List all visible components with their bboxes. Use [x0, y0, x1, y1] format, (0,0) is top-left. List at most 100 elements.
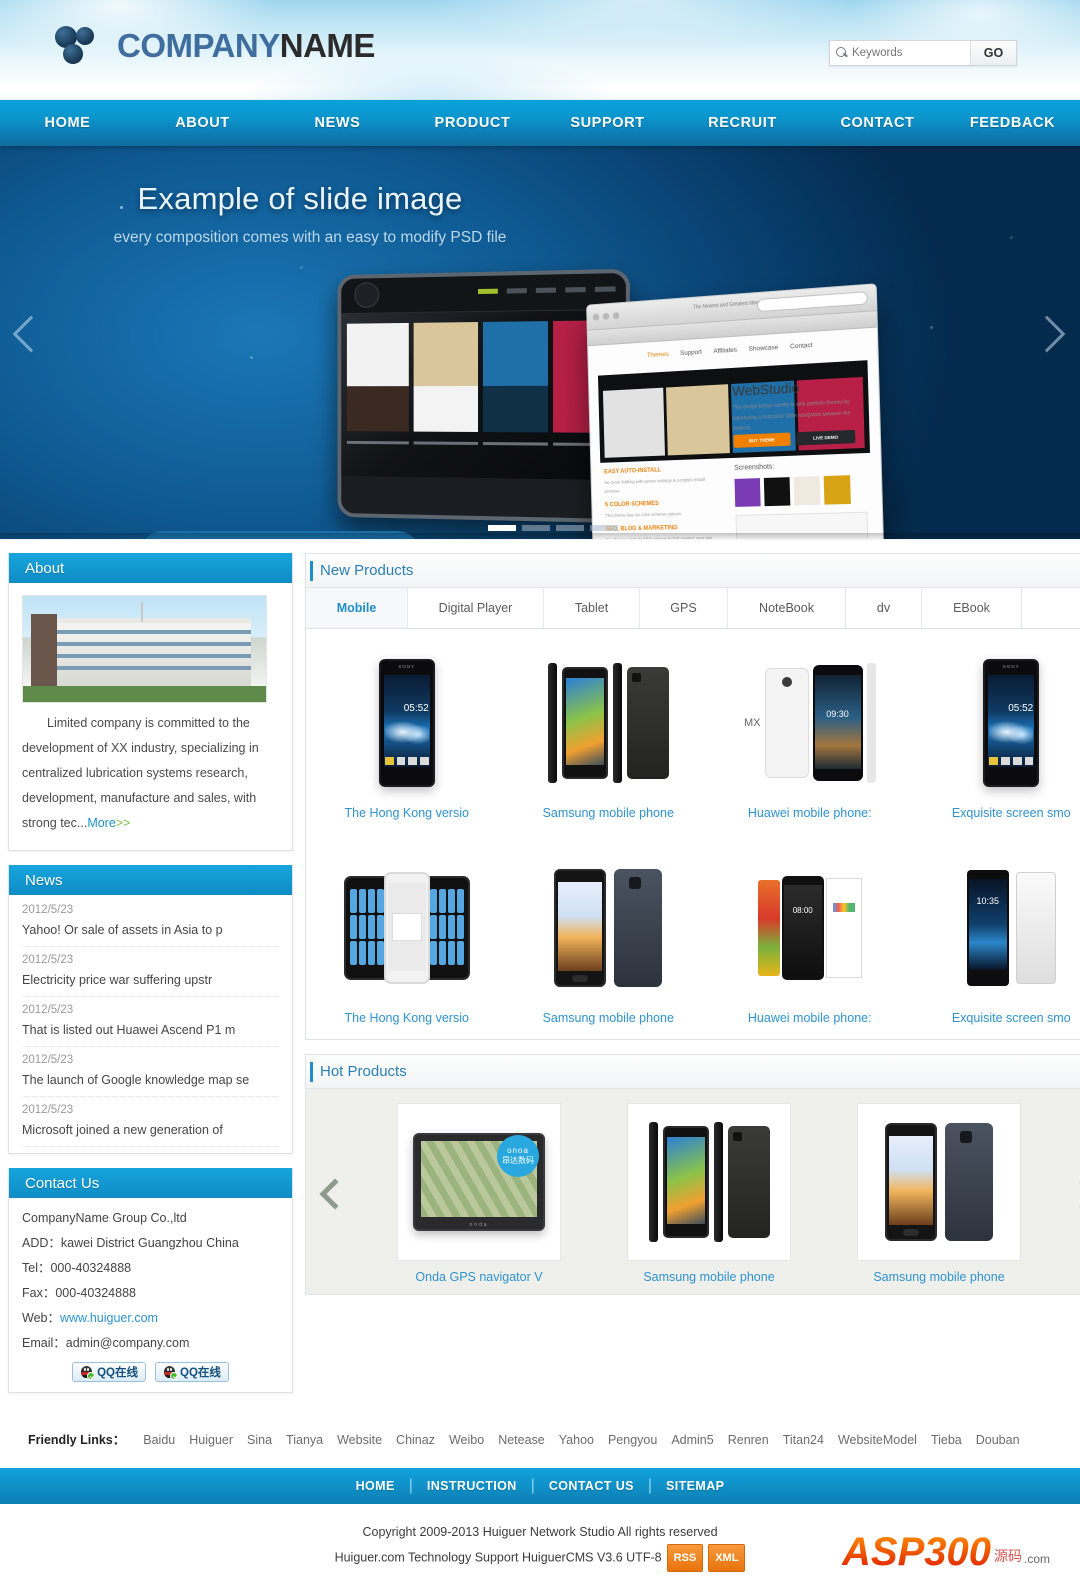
hot-prev-arrow-icon[interactable] [306, 1177, 364, 1210]
logo[interactable]: COMPANYNAME [55, 22, 375, 68]
contact-tel: Tel：000-40324888 [22, 1261, 132, 1275]
product-caption[interactable]: Exquisite screen smo [919, 1011, 1080, 1025]
list-item[interactable]: 2012/5/23 The launch of Google knowledge… [22, 1047, 279, 1097]
hot-product-caption[interactable]: Onda GPS navigator V [364, 1270, 594, 1284]
friendly-link[interactable]: Tieba [931, 1433, 962, 1447]
list-item[interactable]: 2012/5/23 Electricity price war sufferin… [22, 947, 279, 997]
tab-notebook[interactable]: NoteBook [728, 588, 846, 628]
slider-dot-4[interactable] [590, 525, 618, 531]
product-caption[interactable]: The Hong Kong versio [314, 806, 500, 820]
nav-item-recruit[interactable]: RECRUIT [675, 100, 810, 146]
product-card[interactable]: 08:00 Huawei mobile phone: [709, 844, 911, 1035]
friendly-link[interactable]: Yahoo [559, 1433, 594, 1447]
product-caption[interactable]: The Hong Kong versio [314, 1011, 500, 1025]
search-go-button[interactable]: GO [970, 41, 1016, 65]
about-more-link[interactable]: More>> [87, 816, 130, 830]
qq-online-button-1[interactable]: QQ在线 [72, 1362, 146, 1382]
friendly-link[interactable]: Sina [247, 1433, 272, 1447]
slider-next-arrow-icon[interactable] [1028, 301, 1070, 381]
news-title[interactable]: The launch of Google knowledge map se [22, 1070, 279, 1091]
slider-title: Example of slide image [137, 181, 463, 216]
product-card[interactable]: SONY 05:52 The Hong Kong versio [306, 639, 508, 830]
xml-badge[interactable]: XML [708, 1544, 746, 1572]
news-panel: News 2012/5/23 Yahoo! Or sale of assets … [8, 865, 293, 1154]
news-title[interactable]: Microsoft joined a new generation of [22, 1120, 279, 1141]
slider-dot-3[interactable] [556, 525, 584, 531]
tab-mobile[interactable]: Mobile [306, 588, 408, 628]
qq-penguin-icon [163, 1365, 178, 1380]
product-card[interactable]: Samsung mobile phone [508, 844, 710, 1035]
nav-item-feedback[interactable]: FEEDBACK [945, 100, 1080, 146]
product-caption[interactable]: Samsung mobile phone [516, 806, 702, 820]
tab-tablet[interactable]: Tablet [544, 588, 640, 628]
rss-badge[interactable]: RSS [666, 1544, 704, 1572]
qq-online-button-2[interactable]: QQ在线 [155, 1362, 229, 1382]
tab-digital-player[interactable]: Digital Player [408, 588, 544, 628]
nav-item-contact[interactable]: CONTACT [810, 100, 945, 146]
nav-item-support[interactable]: SUPPORT [540, 100, 675, 146]
slider-pagination[interactable] [488, 525, 618, 531]
slider-dot-2[interactable] [522, 525, 550, 531]
product-caption[interactable]: Exquisite screen smo [919, 806, 1080, 820]
product-card[interactable]: The Hong Kong versio [306, 844, 508, 1035]
mock-demo-button: LIVE DEMO [796, 429, 856, 446]
news-title[interactable]: Yahoo! Or sale of assets in Asia to p [22, 920, 279, 941]
product-caption[interactable]: Huawei mobile phone: [717, 1011, 903, 1025]
hot-product-card[interactable]: Samsung mobile phone [824, 1103, 1054, 1284]
tab-dv[interactable]: dv [846, 588, 922, 628]
nav-item-about[interactable]: ABOUT [135, 100, 270, 146]
friendly-link[interactable]: Renren [728, 1433, 769, 1447]
friendly-link[interactable]: Douban [976, 1433, 1020, 1447]
search-box[interactable]: GO [829, 40, 1017, 66]
main-nav: HOME ABOUT NEWS PRODUCT SUPPORT RECRUIT … [0, 100, 1080, 146]
list-item[interactable]: 2012/5/23 Yahoo! Or sale of assets in As… [22, 897, 279, 947]
news-title[interactable]: Electricity price war suffering upstr [22, 970, 279, 991]
tab-gps[interactable]: GPS [640, 588, 728, 628]
friendly-link[interactable]: Admin5 [671, 1433, 713, 1447]
nav-item-news[interactable]: NEWS [270, 100, 405, 146]
nav-item-home[interactable]: HOME [0, 100, 135, 146]
footer-link-contact-us[interactable]: CONTACT US [535, 1479, 648, 1493]
content-column: New Products Mobile Digital Player Table… [305, 553, 1080, 1309]
mock-buy-button: BUY THEME [733, 432, 791, 448]
friendly-link[interactable]: Website [337, 1433, 382, 1447]
product-card[interactable]: 10:35 Exquisite screen smo [911, 844, 1080, 1035]
hot-product-card[interactable]: onda onoa 昂达数码 Onda GPS navigator V [364, 1103, 594, 1284]
hot-next-arrow-icon[interactable] [1054, 1177, 1080, 1210]
mock-paragraph: This design brings novelty to web portfo… [732, 399, 851, 432]
nav-item-product[interactable]: PRODUCT [405, 100, 540, 146]
tab-ebook[interactable]: EBook [922, 588, 1022, 628]
friendly-link[interactable]: Weibo [449, 1433, 484, 1447]
footer-link-sitemap[interactable]: SITEMAP [652, 1479, 738, 1493]
news-date: 2012/5/23 [22, 904, 74, 916]
slider-dot-1[interactable] [488, 525, 516, 531]
news-panel-title: News [9, 865, 292, 895]
product-card[interactable]: MX 09:30 Huawei mobile phone: [709, 639, 911, 830]
friendly-link[interactable]: Baidu [143, 1433, 175, 1447]
friendly-link[interactable]: Chinaz [396, 1433, 435, 1447]
search-field[interactable] [830, 41, 970, 65]
footer-link-home[interactable]: HOME [342, 1479, 409, 1493]
friendly-link[interactable]: Netease [498, 1433, 545, 1447]
product-card[interactable]: Samsung mobile phone [508, 639, 710, 830]
contact-web-link[interactable]: www.huiguer.com [60, 1311, 158, 1325]
product-image [516, 850, 702, 1005]
product-card[interactable]: SONY 05:52 Exquisite screen smo [911, 639, 1080, 830]
footer-link-instruction[interactable]: INSTRUCTION [413, 1479, 531, 1493]
friendly-link[interactable]: WebsiteModel [838, 1433, 917, 1447]
news-title[interactable]: That is listed out Huawei Ascend P1 m [22, 1020, 279, 1041]
product-caption[interactable]: Huawei mobile phone: [717, 806, 903, 820]
search-input[interactable] [852, 47, 970, 59]
hot-product-caption[interactable]: Samsung mobile phone [594, 1270, 824, 1284]
friendly-link[interactable]: Titan24 [783, 1433, 824, 1447]
list-item[interactable]: 2012/5/23 Microsoft joined a new generat… [22, 1097, 279, 1147]
hot-product-caption[interactable]: Samsung mobile phone [824, 1270, 1054, 1284]
search-icon [836, 47, 848, 59]
friendly-link[interactable]: Pengyou [608, 1433, 657, 1447]
friendly-link[interactable]: Huiguer [189, 1433, 233, 1447]
friendly-link[interactable]: Tianya [286, 1433, 323, 1447]
slider-prev-arrow-icon[interactable] [10, 301, 50, 381]
hot-product-card[interactable]: Samsung mobile phone [594, 1103, 824, 1284]
list-item[interactable]: 2012/5/23 That is listed out Huawei Asce… [22, 997, 279, 1047]
product-caption[interactable]: Samsung mobile phone [516, 1011, 702, 1025]
